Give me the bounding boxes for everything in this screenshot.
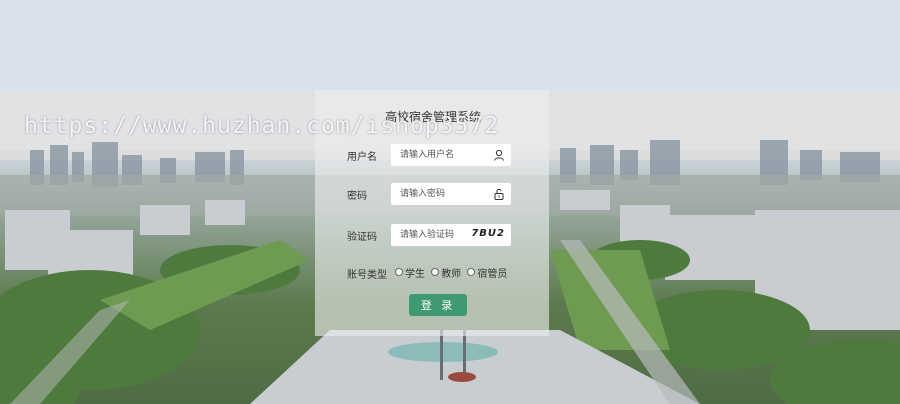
radio-circle[interactable] xyxy=(467,268,476,276)
radio-dorm-manager[interactable]: 宿管员 xyxy=(467,265,507,280)
watermark-text: https://www.huzhan.com/ishop3572 xyxy=(24,113,500,139)
captcha-code[interactable]: 7BU2 xyxy=(471,228,505,239)
captcha-label: 验证码 xyxy=(347,232,377,243)
radio-dorm-manager-label: 宿管员 xyxy=(477,269,508,280)
password-label: 密码 xyxy=(347,191,367,202)
captcha-field-box: 7BU2 xyxy=(391,224,511,246)
radio-teacher[interactable]: 教师 xyxy=(431,265,461,280)
lock-icon xyxy=(494,188,504,200)
username-label: 用户名 xyxy=(347,152,377,163)
username-field-box xyxy=(391,144,511,166)
radio-circle[interactable] xyxy=(395,268,403,276)
account-type-radio-group: 学生 教师 宿管员 xyxy=(395,265,510,280)
password-field-box xyxy=(391,183,511,205)
captcha-row: 验证码 7BU2 xyxy=(315,224,549,246)
radio-circle[interactable] xyxy=(431,268,440,276)
password-row: 密码 xyxy=(315,183,549,205)
account-type-row: 账号类型 学生 教师 宿管员 xyxy=(315,262,549,284)
radio-student[interactable]: 学生 xyxy=(395,265,425,280)
radio-teacher-label: 教师 xyxy=(441,269,462,280)
user-icon xyxy=(494,149,504,161)
login-button[interactable]: 登 录 xyxy=(409,294,467,316)
account-type-label: 账号类型 xyxy=(347,270,387,281)
username-row: 用户名 xyxy=(315,144,549,166)
radio-student-label: 学生 xyxy=(405,269,425,280)
